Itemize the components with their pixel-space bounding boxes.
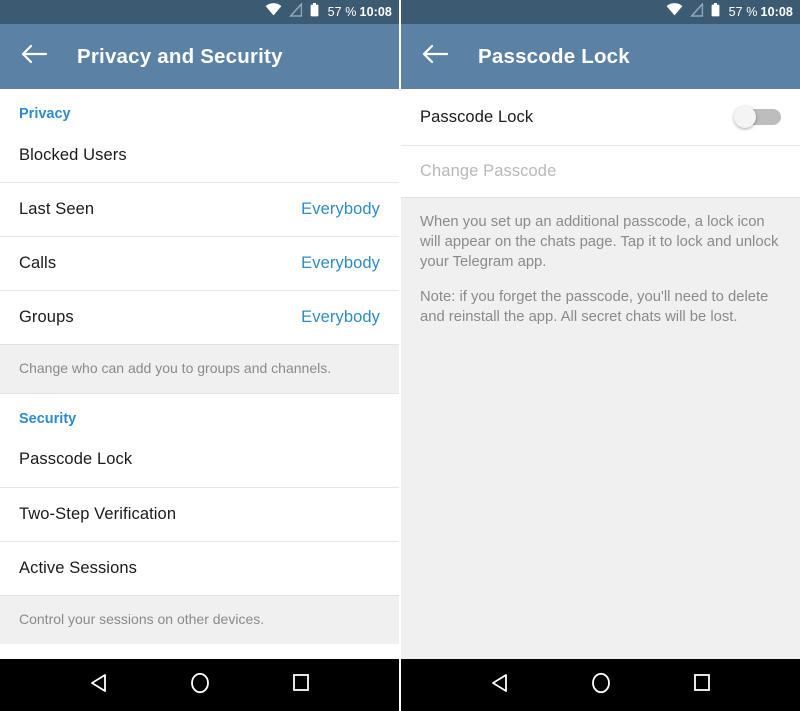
home-nav-button-right[interactable] — [579, 663, 623, 707]
android-nav-bar-right — [401, 659, 800, 711]
back-nav-button-left[interactable] — [77, 663, 121, 707]
left-phone-panel: 57 % 10:08 Privacy and Security Privacy B… — [0, 0, 399, 711]
wifi-icon — [666, 3, 683, 21]
passcode-lock-info-block: When you set up an additional passcode, … — [401, 197, 800, 659]
row-two-step-verification[interactable]: Two-Step Verification — [0, 486, 399, 541]
passcode-lock-toggle[interactable] — [734, 106, 781, 128]
signal-off-icon — [288, 1, 303, 22]
clock-label: 10:08 — [359, 5, 392, 19]
arrow-left-icon — [422, 43, 449, 70]
signal-off-icon — [689, 1, 704, 22]
battery-icon — [310, 2, 319, 22]
row-value: Everybody — [301, 200, 380, 218]
row-label: Active Sessions — [19, 558, 137, 577]
app-bar-passcode-lock: Passcode Lock — [401, 24, 800, 89]
row-label: Calls — [19, 254, 57, 272]
info-paragraph-2: Note: if you forget the passcode, you'll… — [420, 288, 769, 325]
home-nav-button-left[interactable] — [178, 663, 222, 707]
row-label: Blocked Users — [19, 145, 127, 164]
page-title-right: Passcode Lock — [478, 44, 630, 68]
info-paragraph-1: When you set up an additional passcode, … — [420, 214, 779, 270]
row-label: Groups — [19, 308, 74, 326]
row-groups[interactable]: Groups Everybody — [0, 290, 399, 344]
row-value: Everybody — [301, 308, 380, 326]
android-nav-bar-left — [0, 659, 399, 711]
row-label: Passcode Lock — [420, 107, 534, 126]
row-passcode-lock[interactable]: Passcode Lock — [0, 432, 399, 487]
triangle-back-icon — [89, 673, 108, 698]
toggle-knob — [734, 106, 756, 128]
row-blocked-users[interactable]: Blocked Users — [0, 128, 399, 182]
hint-groups: Change who can add you to groups and cha… — [0, 344, 399, 394]
clock-label: 10:08 — [760, 5, 793, 19]
row-label: Two-Step Verification — [19, 504, 177, 523]
status-bar-text-right: 57 % 10:08 — [729, 5, 793, 19]
list-filler-left — [0, 643, 399, 659]
status-bar-icons-left — [265, 1, 319, 22]
dual-screenshot-container: 57 % 10:08 Privacy and Security Privacy B… — [0, 0, 800, 711]
recents-nav-button-left[interactable] — [279, 663, 323, 707]
battery-percent-label: 57 % — [327, 5, 357, 19]
row-passcode-lock-toggle[interactable]: Passcode Lock — [401, 89, 800, 145]
circle-home-icon — [591, 672, 611, 699]
page-title-left: Privacy and Security — [77, 44, 283, 68]
row-calls[interactable]: Calls Everybody — [0, 236, 399, 290]
back-button-left[interactable] — [15, 38, 53, 76]
circle-home-icon — [190, 672, 210, 699]
hint-active-sessions: Control your sessions on other devices. — [0, 594, 399, 644]
row-value: Everybody — [301, 254, 380, 272]
recents-nav-button-right[interactable] — [680, 663, 724, 707]
row-label: Change Passcode — [420, 162, 557, 180]
battery-icon — [711, 2, 720, 22]
status-bar-left: 57 % 10:08 — [0, 0, 399, 24]
arrow-left-icon — [21, 43, 48, 70]
wifi-icon — [265, 3, 282, 21]
app-bar-privacy-security: Privacy and Security — [0, 24, 399, 89]
row-label: Last Seen — [19, 200, 95, 218]
section-header-privacy: Privacy — [0, 89, 399, 128]
back-nav-button-right[interactable] — [478, 663, 522, 707]
battery-percent-label: 57 % — [728, 5, 758, 19]
right-phone-panel: 57 % 10:08 Passcode Lock Passcode Lock C… — [401, 0, 800, 711]
status-bar-icons-right — [666, 1, 720, 22]
square-recents-icon — [693, 673, 711, 697]
row-active-sessions[interactable]: Active Sessions — [0, 540, 399, 595]
triangle-back-icon — [490, 673, 509, 698]
back-button-right[interactable] — [416, 38, 454, 76]
row-last-seen[interactable]: Last Seen Everybody — [0, 182, 399, 236]
square-recents-icon — [292, 673, 310, 697]
settings-list-privacy-security: Privacy Blocked Users Last Seen Everybod… — [0, 89, 399, 659]
status-bar-right: 57 % 10:08 — [401, 0, 800, 24]
section-header-security: Security — [0, 393, 399, 433]
row-label: Passcode Lock — [19, 450, 133, 469]
passcode-lock-settings: Passcode Lock Change Passcode When you s… — [401, 89, 800, 659]
status-bar-text-left: 57 % 10:08 — [328, 5, 392, 19]
row-change-passcode[interactable]: Change Passcode — [401, 145, 800, 197]
